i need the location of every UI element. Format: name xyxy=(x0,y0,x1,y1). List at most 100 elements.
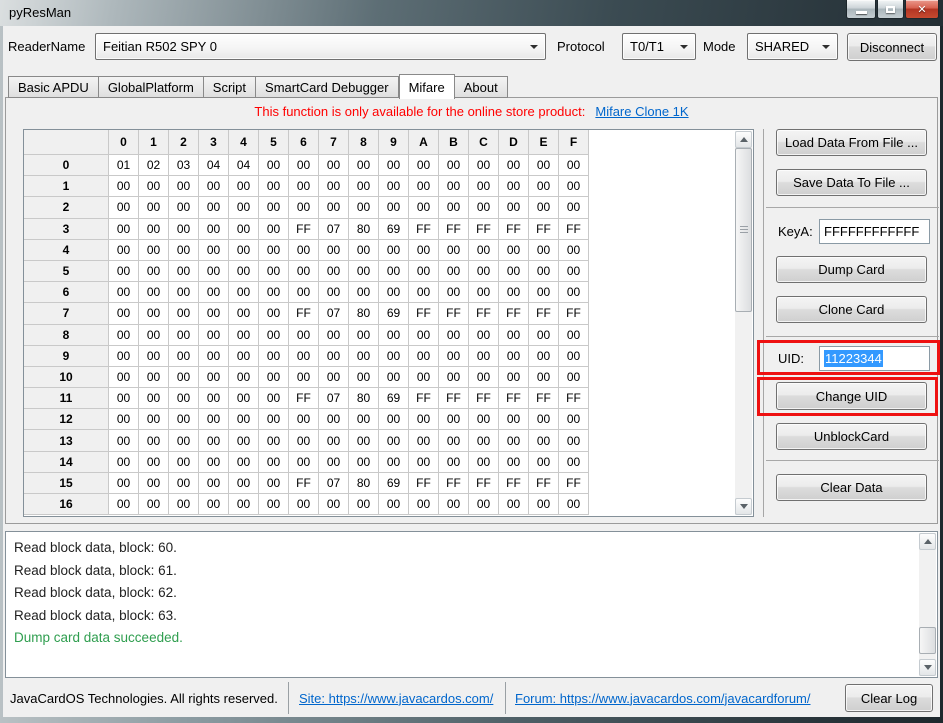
hex-cell[interactable]: 00 xyxy=(139,282,169,303)
hex-cell[interactable]: 00 xyxy=(349,346,379,367)
hex-cell[interactable]: 00 xyxy=(499,240,529,261)
hex-cell[interactable]: 00 xyxy=(139,240,169,261)
hex-cell[interactable]: 00 xyxy=(439,325,469,346)
hex-cell[interactable]: 02 xyxy=(139,155,169,176)
hex-cell[interactable]: 00 xyxy=(229,494,259,515)
hex-cell[interactable]: 00 xyxy=(319,409,349,430)
hex-cell[interactable]: FF xyxy=(469,219,499,240)
hex-cell[interactable]: 00 xyxy=(409,367,439,388)
hex-cell[interactable]: 00 xyxy=(469,367,499,388)
scroll-down-icon[interactable] xyxy=(735,498,752,515)
hex-cell[interactable]: 00 xyxy=(499,261,529,282)
hex-cell[interactable]: 00 xyxy=(259,473,289,494)
hex-cell[interactable]: 00 xyxy=(229,282,259,303)
mifare-clone-link[interactable]: Mifare Clone 1K xyxy=(595,104,688,119)
disconnect-button[interactable]: Disconnect xyxy=(847,33,937,61)
hex-cell[interactable]: 00 xyxy=(109,367,139,388)
site-link[interactable]: Site: https://www.javacardos.com/ xyxy=(299,684,493,712)
hex-cell[interactable]: 00 xyxy=(559,367,589,388)
hex-cell[interactable]: 00 xyxy=(229,325,259,346)
hex-cell[interactable]: 00 xyxy=(289,155,319,176)
hex-cell[interactable]: 00 xyxy=(139,367,169,388)
hex-cell[interactable]: 00 xyxy=(229,388,259,409)
hex-cell[interactable]: 00 xyxy=(439,367,469,388)
hex-cell[interactable]: 00 xyxy=(169,197,199,218)
scroll-up-icon[interactable] xyxy=(735,131,752,148)
hex-cell[interactable]: 00 xyxy=(409,155,439,176)
hex-cell[interactable]: 00 xyxy=(379,494,409,515)
scroll-up-icon[interactable] xyxy=(919,533,936,550)
hex-cell[interactable]: 00 xyxy=(169,346,199,367)
uid-input[interactable]: 11223344 xyxy=(819,346,930,371)
hex-cell[interactable]: 00 xyxy=(139,176,169,197)
hex-cell[interactable]: 00 xyxy=(379,430,409,451)
hex-cell[interactable]: 00 xyxy=(319,240,349,261)
hex-cell[interactable]: 00 xyxy=(529,282,559,303)
hex-cell[interactable]: 00 xyxy=(469,176,499,197)
hex-cell[interactable]: 00 xyxy=(169,303,199,324)
hex-cell[interactable]: 00 xyxy=(109,346,139,367)
maximize-button[interactable] xyxy=(877,0,904,19)
hex-cell[interactable]: FF xyxy=(289,473,319,494)
hex-cell[interactable]: 00 xyxy=(289,261,319,282)
hex-cell[interactable]: 00 xyxy=(499,494,529,515)
hex-cell[interactable]: 00 xyxy=(379,409,409,430)
hex-cell[interactable]: 00 xyxy=(469,197,499,218)
hex-cell[interactable]: 00 xyxy=(529,367,559,388)
hex-cell[interactable]: 00 xyxy=(439,282,469,303)
hex-cell[interactable]: 00 xyxy=(529,346,559,367)
hex-cell[interactable]: 00 xyxy=(439,176,469,197)
hex-cell[interactable]: FF xyxy=(529,303,559,324)
hex-cell[interactable]: FF xyxy=(499,388,529,409)
hex-cell[interactable]: 00 xyxy=(529,261,559,282)
scroll-down-icon[interactable] xyxy=(919,659,936,676)
hex-cell[interactable]: 00 xyxy=(199,176,229,197)
hex-cell[interactable]: 00 xyxy=(199,409,229,430)
hex-cell[interactable]: 00 xyxy=(319,494,349,515)
hex-cell[interactable]: FF xyxy=(529,219,559,240)
hex-cell[interactable]: 00 xyxy=(259,197,289,218)
hex-cell[interactable]: FF xyxy=(289,303,319,324)
hex-cell[interactable]: 80 xyxy=(349,303,379,324)
clear-data-button[interactable]: Clear Data xyxy=(776,474,927,501)
hex-cell[interactable]: 00 xyxy=(319,346,349,367)
hex-cell[interactable]: 00 xyxy=(289,494,319,515)
hex-cell[interactable]: 03 xyxy=(169,155,199,176)
hex-cell[interactable]: 00 xyxy=(139,261,169,282)
hex-cell[interactable]: 00 xyxy=(199,388,229,409)
tab-globalplatform[interactable]: GlobalPlatform xyxy=(99,76,204,98)
hex-cell[interactable]: 07 xyxy=(319,219,349,240)
hex-cell[interactable]: 00 xyxy=(469,240,499,261)
hex-cell[interactable]: 00 xyxy=(229,261,259,282)
hex-cell[interactable]: 00 xyxy=(349,197,379,218)
hex-cell[interactable]: 00 xyxy=(169,219,199,240)
hex-cell[interactable]: 00 xyxy=(319,282,349,303)
hex-cell[interactable]: 00 xyxy=(319,176,349,197)
hex-table-scrollbar[interactable] xyxy=(735,131,752,515)
hex-cell[interactable]: FF xyxy=(439,219,469,240)
hex-cell[interactable]: 00 xyxy=(109,261,139,282)
hex-cell[interactable]: 00 xyxy=(259,261,289,282)
hex-cell[interactable]: 04 xyxy=(229,155,259,176)
hex-cell[interactable]: 00 xyxy=(259,388,289,409)
hex-cell[interactable]: 00 xyxy=(109,303,139,324)
hex-cell[interactable]: FF xyxy=(529,473,559,494)
hex-cell[interactable]: 69 xyxy=(379,219,409,240)
hex-cell[interactable]: 00 xyxy=(409,197,439,218)
hex-cell[interactable]: FF xyxy=(439,388,469,409)
hex-cell[interactable]: 00 xyxy=(469,325,499,346)
hex-cell[interactable]: 00 xyxy=(109,176,139,197)
hex-cell[interactable]: FF xyxy=(289,219,319,240)
hex-cell[interactable]: 00 xyxy=(139,388,169,409)
hex-cell[interactable]: 00 xyxy=(349,240,379,261)
hex-cell[interactable]: 00 xyxy=(289,176,319,197)
hex-cell[interactable]: FF xyxy=(409,303,439,324)
hex-cell[interactable]: 00 xyxy=(169,473,199,494)
tab-mifare[interactable]: Mifare xyxy=(399,74,455,99)
hex-cell[interactable]: 00 xyxy=(259,176,289,197)
hex-cell[interactable]: 00 xyxy=(439,494,469,515)
hex-cell[interactable]: 00 xyxy=(409,494,439,515)
hex-cell[interactable]: 00 xyxy=(439,240,469,261)
hex-cell[interactable]: 00 xyxy=(499,430,529,451)
hex-cell[interactable]: 00 xyxy=(139,197,169,218)
